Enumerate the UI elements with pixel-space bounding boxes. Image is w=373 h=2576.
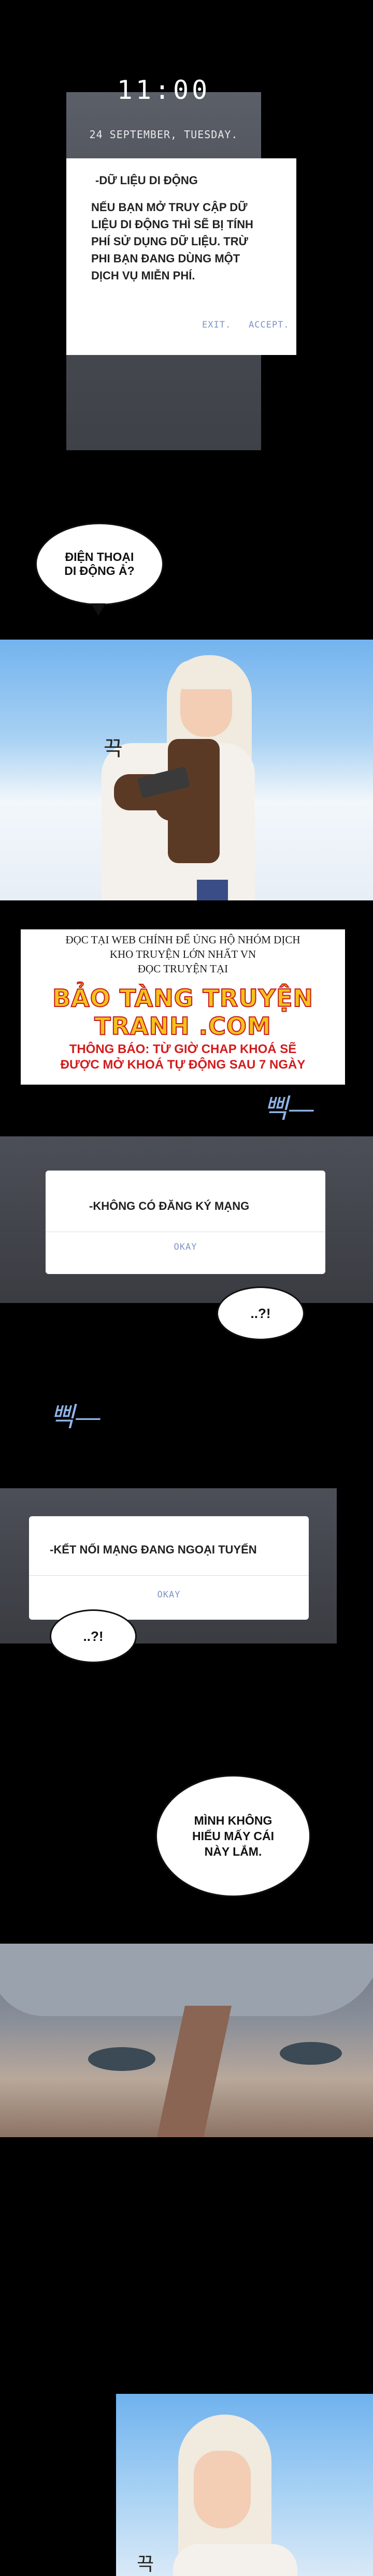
sfx-beep: 삑—: [263, 1093, 315, 1124]
final-character-robe: [173, 2544, 297, 2576]
mobile-data-body-line: LIỆU DI ĐỘNG THÌ SẼ BỊ TÍNH: [91, 218, 253, 231]
speech-bubble-question-2: ..?!: [50, 1609, 137, 1663]
okay-button[interactable]: OKAY: [46, 1242, 325, 1252]
bubble-dunno-line2: HIỂU MẤY CÁI: [192, 1829, 275, 1843]
ad-notice-1: THÔNG BÁO: TỪ GIỜ CHAP KHOÁ SẼ: [69, 1042, 297, 1056]
closeup-shadow: [157, 2006, 232, 2137]
bubble-dunno-line3: NÀY LẮM.: [204, 1845, 262, 1858]
sfx-grip-2: 끅: [137, 2554, 154, 2575]
final-panel: 끅: [116, 2394, 373, 2576]
closeup-right-eye: [280, 2042, 342, 2065]
mobile-data-body-line: NẾU BẠN MỞ TRUY CẬP DỮ: [91, 201, 248, 214]
phone-date: 24 SEPTEMBER, TUESDAY.: [89, 128, 238, 141]
no-network-dialog-title: -KHÔNG CÓ ĐĂNG KÝ MẠNG: [89, 1200, 250, 1212]
phone-clock: 11:00: [117, 75, 211, 105]
bubble-phone-line2: DI ĐỘNG Ả?: [64, 564, 135, 578]
ad-line-1: ĐỌC TẠI WEB CHÍNH ĐỂ ỦNG HỘ NHÓM DỊCH: [65, 934, 300, 946]
mobile-data-body-line: PHÍ SỬ DỤNG DỮ LIỆU. TRỪ: [91, 235, 248, 248]
ad-line-2: KHO TRUYỆN LỚN NHẤT VN: [109, 948, 256, 960]
sfx-beep-2: 삑—: [50, 1402, 102, 1433]
accept-button[interactable]: ACCEPT.: [249, 320, 290, 330]
offline-dialog-title: -KẾT NỐI MẠNG ĐANG NGOẠI TUYẾN: [50, 1543, 257, 1556]
dialog-divider-2: [29, 1575, 309, 1576]
final-character-face: [194, 2451, 251, 2528]
ad-notice-2: ĐƯỢC MỞ KHOÁ TỰ ĐỘNG SAU 7 NGÀY: [60, 1058, 306, 1072]
mobile-data-body-line: DỊCH VỤ MIỄN PHÍ.: [91, 269, 195, 282]
bubble-q2-text: ..?!: [83, 1628, 104, 1644]
bubble-phone-line1: ĐIỆN THOẠI: [65, 550, 134, 564]
mobile-data-dialog-body: NẾU BẠN MỞ TRUY CẬP DỮ LIỆU DI ĐỘNG THÌ …: [91, 199, 288, 284]
ad-logo[interactable]: BẢO TÀNG TRUYỆN TRANH .COM: [21, 984, 345, 1041]
closeup-face-panel: [0, 1944, 373, 2137]
ad-banner[interactable]: ĐỌC TẠI WEB CHÍNH ĐỂ ỦNG HỘ NHÓM DỊCH KH…: [21, 929, 345, 1085]
character-belt: [197, 880, 228, 900]
no-network-dialog: [46, 1171, 325, 1274]
speech-bubble-phone: ĐIỆN THOẠI DI ĐỘNG Ả?: [35, 523, 164, 605]
okay-button-2[interactable]: OKAY: [29, 1590, 309, 1600]
speech-bubble-tail: [91, 603, 106, 616]
character-phone-panel: 끅: [0, 640, 373, 900]
ad-line-3: ĐỌC TRUYỆN TẠI: [137, 963, 228, 975]
exit-button[interactable]: EXIT.: [202, 320, 231, 330]
offline-dialog: [29, 1516, 309, 1620]
character-right-glove: [155, 790, 218, 821]
mobile-data-body-line: PHI BẠN ĐANG DÙNG MỘT: [91, 252, 240, 265]
closeup-hair: [0, 1944, 373, 2016]
bubble-q1-text: ..?!: [250, 1305, 271, 1321]
sfx-grip: 끅: [104, 737, 123, 761]
closeup-left-eye: [88, 2047, 155, 2071]
bubble-dunno-line1: MÌNH KHÔNG: [194, 1814, 272, 1827]
speech-bubble-question-1: ..?!: [217, 1286, 305, 1340]
character-bangs: [174, 660, 241, 689]
mobile-data-dialog-title: -DỮ LIỆU DI ĐỘNG: [95, 174, 198, 187]
speech-bubble-dunno: MÌNH KHÔNG HIỂU MẤY CÁI NÀY LẮM.: [155, 1775, 311, 1897]
